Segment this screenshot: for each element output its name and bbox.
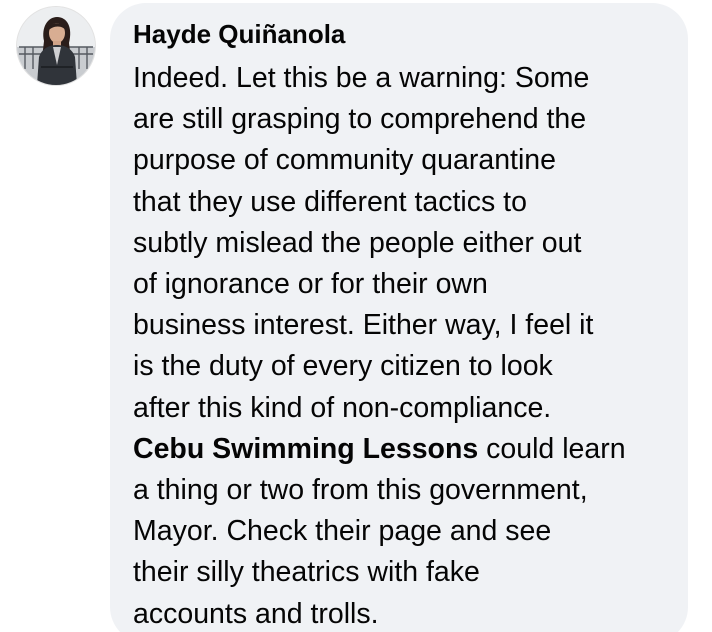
- comment-line: a thing or two from this government,: [133, 474, 588, 507]
- comment-line: are still grasping to comprehend the: [133, 103, 587, 136]
- comment-line: Indeed. Let this be a warning: Some: [133, 62, 590, 94]
- comment-line: that they use different tactics to: [133, 185, 527, 218]
- mention-suffix-text: could learn: [478, 432, 626, 465]
- comment-line-with-mention: Cebu Swimming Lessons could learn: [133, 429, 668, 470]
- comment-line: business interest. Either way, I feel it: [133, 309, 594, 342]
- comment-screen: Hayde Quiñanola Indeed. Let this be a wa…: [0, 0, 712, 632]
- page-mention-link[interactable]: Cebu Swimming Lessons: [133, 433, 478, 465]
- comment-bubble: Hayde Quiñanola Indeed. Let this be a wa…: [110, 3, 688, 632]
- comment-line: accounts and trolls.: [133, 597, 379, 630]
- avatar-photo-icon: [17, 7, 95, 85]
- comment-line: their silly theatrics with fake: [133, 556, 480, 589]
- comment-line: Mayor. Check their page and see: [133, 515, 552, 548]
- comment-line: is the duty of every citizen to look: [133, 350, 553, 383]
- comment-body: Indeed. Let this be a warning: Some are …: [133, 58, 668, 632]
- comment-line: subtly mislead the people either out: [133, 226, 582, 259]
- comment-line: purpose of community quarantine: [133, 144, 556, 177]
- comment-line: of ignorance or for their own: [133, 268, 488, 301]
- comment-author-name[interactable]: Hayde Quiñanola: [133, 17, 668, 51]
- author-avatar[interactable]: [17, 7, 95, 85]
- comment-line: after this kind of non-compliance.: [133, 391, 552, 424]
